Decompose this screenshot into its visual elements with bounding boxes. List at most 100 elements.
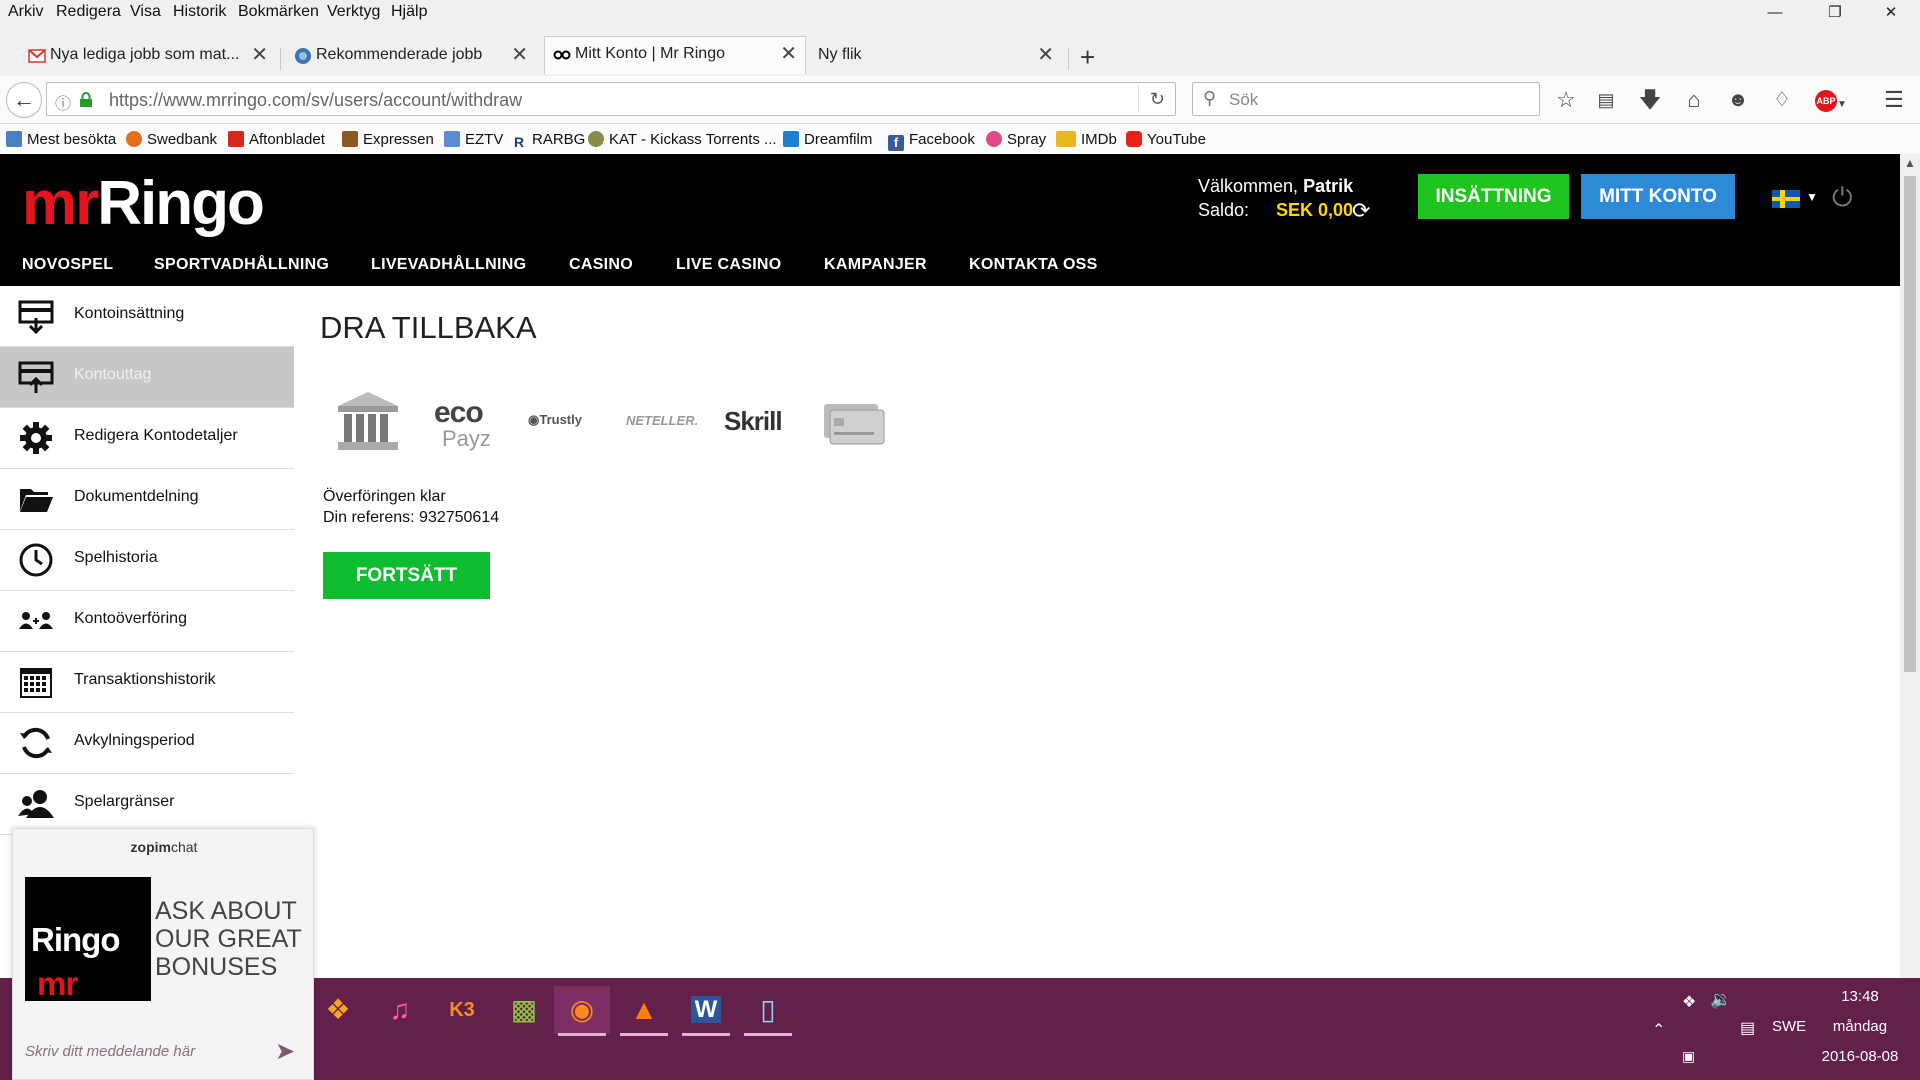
menu-arkiv[interactable]: Arkiv — [8, 3, 44, 21]
chat-header[interactable]: zopimchat — [13, 839, 315, 855]
nav-sportvadhallning[interactable]: SPORTVADHÅLLNING — [154, 256, 329, 274]
volume-icon[interactable]: 🔉 — [1710, 990, 1731, 1010]
sidebar-item-withdraw[interactable]: Kontouttag — [0, 347, 294, 408]
bank-transfer-logo[interactable] — [334, 388, 402, 456]
menu-visa[interactable]: Visa — [130, 3, 161, 21]
app-orange-icon[interactable]: ❖ — [310, 986, 366, 1034]
app-green-icon[interactable]: ▩ — [496, 986, 552, 1034]
bookmark-star-icon[interactable]: ☆ — [1552, 86, 1580, 114]
trustly-logo[interactable]: ◉Trustly — [528, 388, 598, 456]
notification-icon[interactable]: ▤ — [1740, 1018, 1755, 1038]
bookmark-item[interactable]: Dreamfilm — [783, 131, 872, 148]
download-icon[interactable]: 🡇 — [1636, 86, 1664, 114]
ecopayz-logo[interactable]: eco Payz — [432, 388, 500, 456]
minimize-icon[interactable]: — — [1752, 2, 1798, 24]
network-icon[interactable]: ▣ — [1682, 1048, 1695, 1065]
bookmark-item[interactable]: YouTube — [1126, 131, 1206, 148]
sidebar-item-edit-account[interactable]: Redigera Kontodetaljer — [0, 408, 294, 469]
menu-verktyg[interactable]: Verktyg — [327, 3, 380, 21]
word-icon[interactable]: W — [678, 986, 734, 1036]
new-tab-icon[interactable]: + — [1080, 42, 1095, 73]
swedish-flag-icon[interactable] — [1772, 190, 1800, 208]
neteller-logo[interactable]: NETELLER. — [626, 388, 698, 456]
reading-list-icon[interactable]: ▤ — [1592, 86, 1620, 114]
bookmark-item[interactable]: KAT - Kickass Torrents ... — [588, 131, 777, 148]
deposit-button[interactable]: INSÄTTNING — [1418, 174, 1569, 219]
sidebar-item-transactions[interactable]: Transaktionshistorik — [0, 652, 294, 713]
close-tab-icon[interactable]: ✕ — [780, 37, 797, 71]
tab-mrringo[interactable]: Mitt Konto | Mr Ringo ✕ — [544, 36, 806, 74]
mrringo-logo[interactable]: mrRingo — [22, 168, 265, 239]
sidebar-item-label: Spelhistoria — [74, 549, 158, 566]
close-tab-icon[interactable]: ✕ — [1037, 38, 1054, 72]
nav-kampanjer[interactable]: KAMPANJER — [824, 256, 927, 274]
vlc-icon[interactable]: ▲ — [616, 986, 672, 1036]
itunes-icon[interactable]: ♫ — [372, 986, 428, 1034]
chevron-up-icon[interactable]: ⌃ — [1652, 1020, 1665, 1040]
app-k3-icon[interactable]: K3 — [434, 986, 490, 1034]
scroll-thumb[interactable] — [1904, 176, 1916, 672]
nav-livevadhallning[interactable]: LIVEVADHÅLLNING — [371, 256, 526, 274]
sidebar-item-cooling-period[interactable]: Avkylningsperiod — [0, 713, 294, 774]
clock-day[interactable]: måndag — [1810, 1018, 1910, 1035]
adblock-icon[interactable]: ABP ▼ — [1814, 86, 1848, 114]
zopim-chat-widget[interactable]: zopimchat mr Ringo ASK ABOUT OUR GREAT BO… — [12, 828, 314, 1080]
nav-kontakta-oss[interactable]: KONTAKTA OSS — [969, 256, 1098, 274]
continue-button[interactable]: FORTSÄTT — [323, 552, 490, 599]
refresh-balance-icon[interactable]: ⟳ — [1352, 198, 1370, 224]
bookmark-item[interactable]: R RARBG — [511, 131, 585, 150]
firefox-icon[interactable]: ◉ — [554, 986, 610, 1036]
nav-live-casino[interactable]: LIVE CASINO — [676, 256, 782, 274]
chat-logo-mr: mr — [37, 965, 78, 1002]
language-indicator[interactable]: SWE — [1772, 1018, 1806, 1035]
bookmark-item[interactable]: EZTV — [444, 131, 503, 148]
tab-new[interactable]: Ny flik ✕ — [806, 38, 1062, 76]
clock-time[interactable]: 13:48 — [1810, 988, 1910, 1005]
credit-card-logo[interactable] — [820, 388, 888, 456]
nav-casino[interactable]: CASINO — [569, 256, 633, 274]
menu-historik[interactable]: Historik — [173, 3, 226, 21]
back-arrow-icon[interactable]: ← — [6, 82, 42, 118]
scroll-up-icon[interactable]: ▲ — [1904, 156, 1916, 170]
restore-icon[interactable]: ❐ — [1812, 2, 1858, 24]
chevron-down-icon[interactable]: ▼ — [1806, 190, 1818, 204]
sidebar-item-player-limits[interactable]: Spelargränser — [0, 774, 294, 835]
bookmark-item[interactable]: Swedbank — [126, 131, 217, 148]
search-bar[interactable]: ⚲ Sök — [1192, 82, 1540, 116]
home-icon[interactable]: ⌂ — [1680, 86, 1708, 114]
menu-redigera[interactable]: Redigera — [56, 3, 121, 21]
bookmark-item[interactable]: f Facebook — [888, 131, 975, 151]
close-window-icon[interactable]: ✕ — [1868, 2, 1914, 24]
sidebar-item-transfer[interactable]: Kontoöverföring — [0, 591, 294, 652]
reload-icon[interactable]: ↻ — [1150, 89, 1165, 110]
dropbox-icon[interactable]: ❖ — [1682, 992, 1696, 1012]
send-icon[interactable]: ➤ — [275, 1037, 295, 1066]
close-tab-icon[interactable]: ✕ — [511, 38, 528, 72]
hello-icon[interactable]: ☻ — [1724, 86, 1752, 114]
page-scrollbar[interactable]: ▲ — [1900, 154, 1920, 978]
chat-message-input[interactable]: Skriv ditt meddelande här — [25, 1043, 195, 1060]
app-blue-icon[interactable]: ▯ — [740, 986, 796, 1036]
nav-novospel[interactable]: NOVOSPEL — [22, 256, 113, 274]
info-icon[interactable]: ⓘ — [55, 90, 71, 114]
sidebar-item-deposit[interactable]: Kontoinsättning — [0, 286, 294, 347]
bookmark-item[interactable]: Expressen — [342, 131, 434, 148]
sidebar-item-game-history[interactable]: Spelhistoria — [0, 530, 294, 591]
menu-bokmarken[interactable]: Bokmärken — [238, 3, 319, 21]
pocket-icon[interactable]: ♢ — [1768, 86, 1796, 114]
bookmark-item[interactable]: Spray — [986, 131, 1046, 148]
hamburger-menu-icon[interactable]: ☰ — [1880, 86, 1908, 114]
tab-jobs[interactable]: Rekommenderade jobb ✕ — [286, 38, 536, 76]
logout-power-icon[interactable]: ⏻ — [1832, 182, 1853, 214]
bookmark-item[interactable]: Aftonbladet — [228, 131, 325, 148]
menu-hjalp[interactable]: Hjälp — [391, 3, 427, 21]
tab-gmail[interactable]: Nya lediga jobb som mat... ✕ — [20, 38, 276, 76]
my-account-button[interactable]: MITT KONTO — [1581, 174, 1735, 219]
url-bar[interactable]: ⓘ https://www.mrringo.com/sv/users/accou… — [46, 82, 1176, 116]
close-tab-icon[interactable]: ✕ — [251, 38, 268, 72]
sidebar-item-documents[interactable]: Dokumentdelning — [0, 469, 294, 530]
bookmark-item[interactable]: Mest besökta — [6, 131, 116, 148]
bookmark-item[interactable]: IMDb — [1056, 131, 1117, 148]
clock-date[interactable]: 2016-08-08 — [1810, 1048, 1910, 1065]
skrill-logo[interactable]: Skrill — [724, 388, 794, 456]
